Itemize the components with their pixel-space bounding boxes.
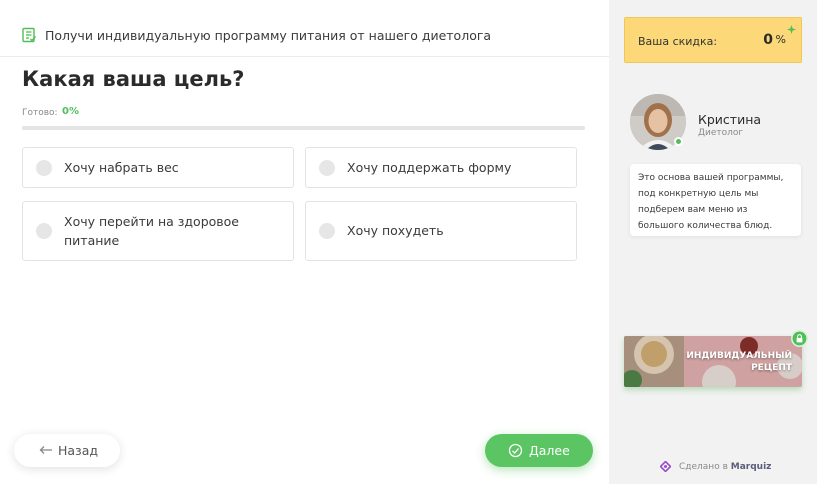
answer-label: Хочу поддержать форму: [347, 160, 512, 175]
progress-value: 0%: [62, 106, 79, 117]
progress-label: Готово:: [22, 108, 58, 118]
answer-option-healthy-eating[interactable]: Хочу перейти на здоровое питание: [22, 201, 294, 261]
discount-unit: %: [775, 33, 786, 46]
header-text: Получи индивидуальную программу питания …: [45, 28, 492, 43]
bonus-label-line1: ИНДИВИДУАЛЬНЫЙ: [686, 351, 792, 361]
checklist-icon: [22, 27, 37, 43]
discount-value: 0: [763, 32, 773, 48]
progress-bar: [22, 126, 585, 130]
answer-label: Хочу похудеть: [347, 223, 444, 238]
next-button[interactable]: Далее: [485, 434, 593, 467]
answer-option-keep-fit[interactable]: Хочу поддержать форму: [305, 147, 577, 188]
next-button-label: Далее: [529, 443, 570, 458]
lock-icon: [792, 331, 807, 346]
arrow-left-icon: [39, 446, 52, 454]
radio-button[interactable]: [319, 160, 335, 176]
marquiz-logo-icon: [660, 461, 671, 472]
header-bar: Получи индивидуальную программу питания …: [0, 0, 609, 57]
online-indicator: [674, 137, 683, 146]
made-in-credit[interactable]: Сделано в Marquiz: [679, 462, 771, 472]
lock-badge: [791, 330, 808, 347]
answer-label: Хочу перейти на здоровое питание: [64, 214, 239, 248]
radio-button[interactable]: [36, 160, 52, 176]
back-button-label: Назад: [58, 443, 99, 458]
radio-button[interactable]: [36, 223, 52, 239]
expert-role: Диетолог: [698, 128, 744, 138]
expert-name: Кристина: [698, 112, 762, 127]
discount-panel: Ваша скидка: 0 %: [624, 17, 802, 63]
question-title: Какая ваша цель?: [22, 67, 245, 91]
quiz-main: Получи индивидуальную программу питания …: [0, 0, 609, 490]
expert-message: Это основа вашей программы, под конкретн…: [630, 164, 801, 236]
discount-label: Ваша скидка:: [638, 35, 718, 48]
check-circle-icon: [508, 443, 523, 458]
bonus-label-line2: РЕЦЕПТ: [751, 363, 792, 373]
bonus-card[interactable]: ИНДИВИДУАЛЬНЫЙ РЕЦЕПТ: [624, 336, 802, 387]
made-in-brand: Marquiz: [730, 462, 772, 472]
back-button[interactable]: Назад: [14, 434, 120, 467]
answer-option-gain-weight[interactable]: Хочу набрать вес: [22, 147, 294, 188]
made-in-prefix: Сделано в: [679, 462, 728, 472]
radio-button[interactable]: [319, 223, 335, 239]
sparkle-icon: [787, 25, 796, 34]
bonus-label: ИНДИВИДУАЛЬНЫЙ РЕЦЕПТ: [686, 350, 792, 374]
answer-label: Хочу набрать вес: [64, 160, 179, 175]
answer-option-lose-weight[interactable]: Хочу похудеть: [305, 201, 577, 261]
sidebar: Ваша скидка: 0 % Кристина Диетолог Это о…: [609, 0, 817, 484]
